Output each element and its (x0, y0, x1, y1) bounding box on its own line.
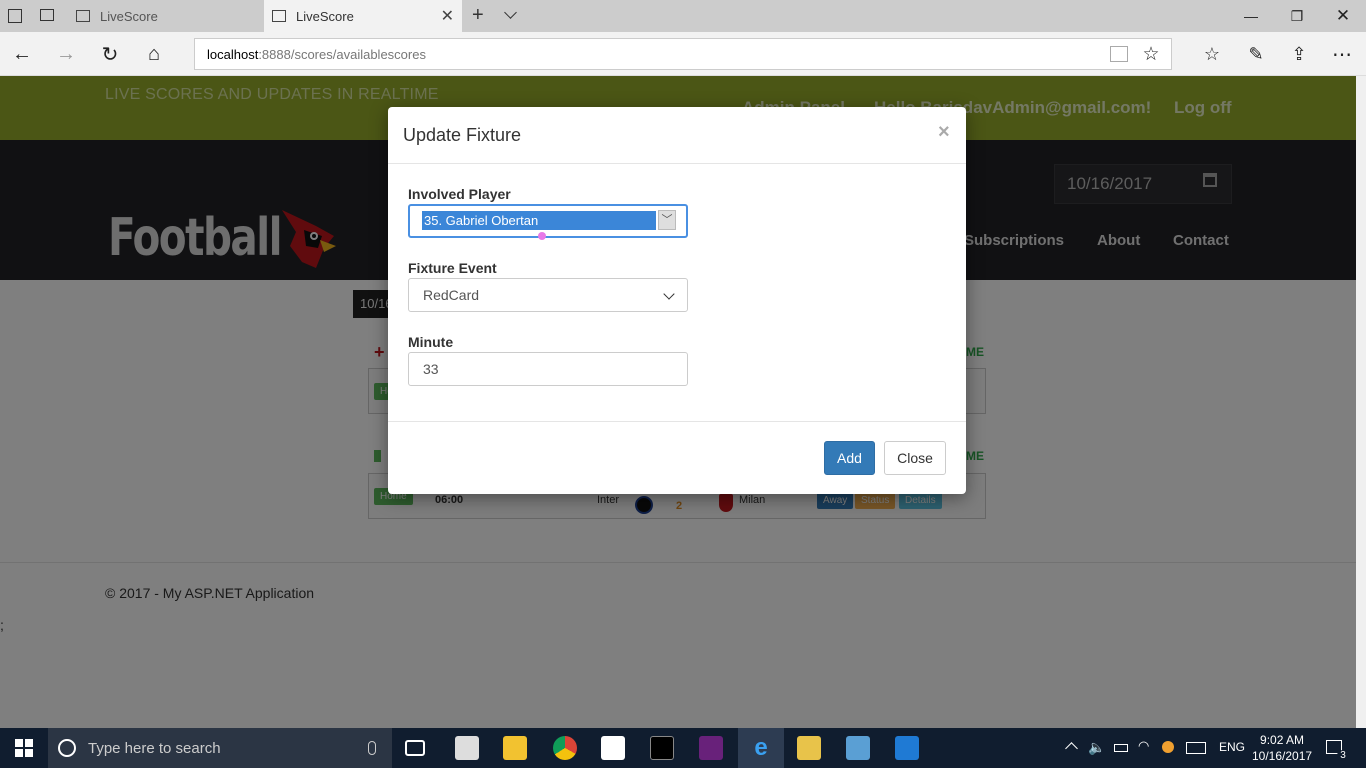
edge-icon[interactable]: e (749, 736, 773, 760)
home-icon[interactable]: ⌂ (132, 32, 176, 76)
event-value: RedCard (423, 287, 480, 303)
address-bar[interactable]: localhost:8888/scores/availablescores (194, 38, 1172, 70)
restore-button[interactable]: ❐ (1274, 0, 1320, 32)
keyboard-icon[interactable] (1186, 742, 1206, 754)
file-explorer-icon[interactable] (503, 736, 527, 760)
dialog-footer-divider (388, 421, 966, 422)
page-icon (272, 10, 286, 22)
wifi-icon[interactable]: ◠ (1138, 738, 1149, 754)
dialog-title: Update Fixture (403, 125, 522, 145)
selected-player: 35. Gabriel Obertan (422, 211, 656, 230)
clock-date: 10/16/2017 (1252, 749, 1313, 763)
share-icon[interactable]: ⇪ (1277, 32, 1321, 76)
microphone-icon[interactable] (368, 741, 376, 755)
close-tab-icon[interactable]: ✕ (441, 6, 454, 26)
web-note-icon[interactable]: ✎ (1234, 32, 1278, 76)
favorite-star-icon[interactable]: ☆ (1129, 32, 1173, 76)
mail-icon[interactable] (601, 736, 625, 760)
command-prompt-icon[interactable] (650, 736, 674, 760)
tab-title: LiveScore (296, 8, 354, 24)
tab-title: LiveScore (100, 8, 158, 24)
event-label: Fixture Event (408, 260, 497, 276)
chevron-down-icon[interactable] (663, 288, 675, 300)
clock-time: 9:02 AM (1260, 733, 1305, 747)
page-scrollbar[interactable] (1356, 76, 1366, 728)
address-host: localhost (207, 46, 259, 62)
task-view-icon[interactable] (405, 740, 425, 756)
close-button[interactable]: Close (884, 441, 946, 475)
forward-icon[interactable]: → (44, 32, 88, 76)
minute-label: Minute (408, 334, 454, 350)
system-clock[interactable]: 9:02 AM 10/16/2017 (1252, 732, 1312, 764)
minute-value: 33 (423, 361, 439, 377)
update-fixture-dialog: Update Fixture × Involved Player 35. Gab… (388, 107, 966, 494)
browser-tab-2[interactable]: LiveScore ✕ (264, 0, 462, 32)
set-aside-tabs-icon[interactable] (40, 9, 54, 21)
taskbar-search-box[interactable]: Type here to search (48, 728, 392, 768)
page-icon (76, 10, 90, 22)
browser-tab-1[interactable]: LiveScore (68, 0, 264, 32)
dialog-close-icon[interactable]: × (938, 121, 950, 144)
chrome-icon[interactable] (553, 736, 577, 760)
involved-player-select[interactable]: 35. Gabriel Obertan ﹀ (408, 204, 688, 240)
minimize-button[interactable]: — (1228, 0, 1274, 32)
favorites-hub-icon[interactable]: ☆ (1190, 32, 1234, 76)
cursor-dot-icon (538, 232, 546, 240)
battery-icon[interactable] (1114, 744, 1128, 752)
back-icon[interactable]: ← (0, 32, 44, 76)
refresh-icon[interactable]: ↻ (88, 32, 132, 76)
language-indicator[interactable]: ENG (1219, 740, 1245, 754)
fixture-event-select[interactable]: RedCard (408, 278, 688, 312)
notification-count: 3 (1337, 750, 1349, 761)
volume-icon[interactable]: 🔈 (1088, 739, 1105, 756)
store-icon[interactable] (455, 736, 479, 760)
add-button[interactable]: Add (824, 441, 875, 475)
player-label: Involved Player (408, 186, 511, 202)
vs-code-icon[interactable] (895, 736, 919, 760)
windows-start-button[interactable] (0, 728, 48, 768)
minute-input[interactable]: 33 (408, 352, 688, 386)
sql-tools-icon[interactable] (797, 736, 821, 760)
visual-studio-icon[interactable] (699, 736, 723, 760)
cortana-circle-icon (58, 739, 76, 757)
dialog-header-divider (388, 163, 966, 164)
photos-icon[interactable] (846, 736, 870, 760)
tab-manager-icon[interactable] (8, 9, 22, 23)
close-window-button[interactable]: ✕ (1320, 0, 1366, 32)
chevron-down-icon[interactable]: ﹀ (658, 210, 676, 230)
more-menu-icon[interactable]: ⋯ (1320, 32, 1364, 76)
reading-view-icon[interactable] (1110, 46, 1128, 62)
address-path: :8888/scores/availablescores (258, 46, 426, 62)
search-placeholder: Type here to search (88, 739, 221, 757)
new-tab-icon[interactable]: + (472, 4, 484, 27)
onedrive-icon[interactable] (1162, 741, 1174, 753)
windows-logo-icon (15, 739, 33, 757)
